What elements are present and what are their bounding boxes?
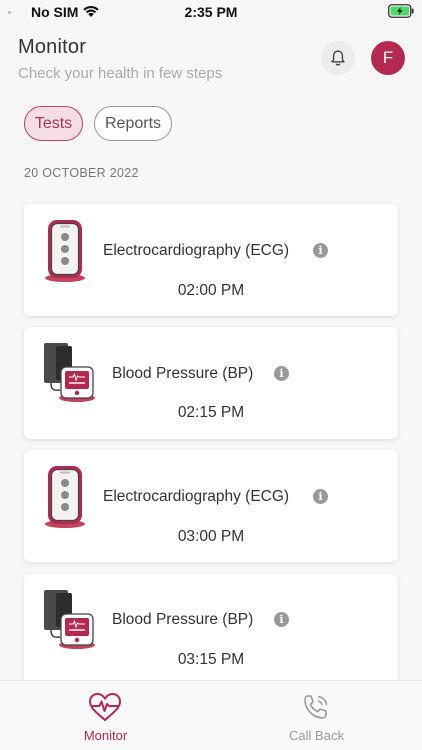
info-icon[interactable]: i — [313, 243, 328, 258]
avatar[interactable]: F — [371, 41, 405, 75]
status-bar: No SIM 2:35 PM — [0, 0, 422, 24]
test-card[interactable]: Blood Pressure (BP) i 02:15 PM — [24, 327, 398, 439]
nav-call-back[interactable]: Call Back — [211, 681, 422, 750]
tab-label: Tests — [34, 114, 73, 132]
info-icon[interactable]: i — [274, 366, 289, 381]
date-heading: 20 OCTOBER 2022 — [24, 166, 139, 180]
nav-monitor[interactable]: Monitor — [0, 681, 211, 750]
tab-bar: Tests Reports — [24, 106, 172, 141]
tab-label: Reports — [104, 114, 162, 132]
ecg-device-icon — [45, 466, 85, 528]
test-time: 02:15 PM — [177, 404, 245, 421]
test-card[interactable]: Blood Pressure (BP) i 03:15 PM — [24, 574, 398, 686]
test-time: 03:15 PM — [177, 651, 245, 668]
nav-label: Monitor — [83, 728, 128, 743]
notifications-button[interactable] — [321, 41, 355, 75]
tab-reports[interactable]: Reports — [94, 106, 172, 141]
info-icon[interactable]: i — [274, 612, 289, 627]
test-card[interactable]: Electrocardiography (ECG) i 02:00 PM — [24, 204, 398, 316]
test-name: Electrocardiography (ECG) — [103, 242, 290, 259]
test-name: Electrocardiography (ECG) — [103, 488, 290, 505]
clock-label: 2:35 PM — [184, 4, 238, 20]
test-name: Blood Pressure (BP) — [112, 611, 254, 628]
battery-charging-icon — [388, 4, 414, 18]
test-time: 02:00 PM — [177, 282, 245, 299]
bell-icon — [331, 50, 345, 66]
bp-monitor-icon — [44, 590, 95, 649]
header: Monitor Check your health in few steps F — [18, 36, 408, 86]
test-time: 03:00 PM — [177, 528, 245, 545]
nav-label: Call Back — [289, 728, 344, 743]
test-name: Blood Pressure (BP) — [112, 365, 254, 382]
info-icon[interactable]: i — [313, 489, 328, 504]
phone-call-icon — [304, 695, 328, 719]
test-card[interactable]: Electrocardiography (ECG) i 03:00 PM — [24, 450, 398, 562]
bottom-nav: Monitor Call Back — [0, 680, 422, 750]
avatar-initial: F — [382, 48, 394, 67]
heartbeat-icon — [88, 692, 122, 722]
bp-monitor-icon — [44, 343, 95, 402]
ecg-device-icon — [45, 220, 85, 282]
tab-tests[interactable]: Tests — [24, 106, 83, 141]
